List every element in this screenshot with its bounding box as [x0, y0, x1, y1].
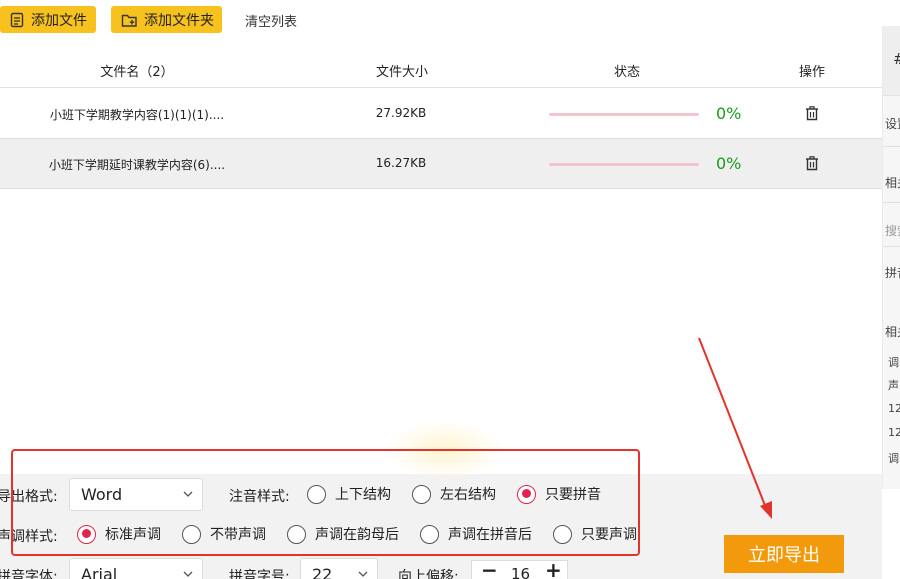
- pinyin-font-value: Arial: [81, 565, 118, 579]
- radio-tone-standard[interactable]: 标准声调: [77, 524, 161, 544]
- chevron-down-icon: [183, 491, 193, 497]
- side-panel-item[interactable]: 设置: [885, 115, 900, 132]
- export-format-label: 导出格式:: [0, 489, 58, 505]
- highlight-glow: [385, 420, 505, 480]
- add-file-label: 添加文件: [31, 12, 87, 29]
- radio-circle: [182, 524, 201, 544]
- add-folder-button[interactable]: 添加文件夹: [111, 6, 222, 33]
- progress-bar: [549, 163, 699, 166]
- export-now-button[interactable]: 立即导出: [724, 535, 844, 573]
- offset-stepper[interactable]: − 16 +: [471, 558, 568, 579]
- table-row[interactable]: 小班下学期教学内容(1)(1)(1).... 27.92KB 0%: [0, 89, 882, 139]
- pinyin-size-value: 22: [312, 565, 333, 579]
- radio-label: 左右结构: [440, 487, 496, 503]
- radio-label: 声调在韵母后: [315, 527, 399, 543]
- radio-circle: [287, 524, 306, 544]
- export-now-label: 立即导出: [748, 545, 820, 566]
- offset-label: 向上偏移:: [398, 569, 459, 579]
- side-panel-title: #: [893, 50, 900, 68]
- radio-label: 不带声调: [210, 527, 266, 543]
- increment-button[interactable]: +: [545, 558, 562, 579]
- side-panel-item[interactable]: 拼音: [885, 264, 900, 281]
- table-row[interactable]: 小班下学期延时课教学内容(6).... 16.27KB 0%: [0, 139, 882, 189]
- decrement-button[interactable]: −: [481, 558, 498, 579]
- file-add-icon: [10, 12, 24, 27]
- side-panel-item: 相关: [885, 176, 900, 190]
- tone-style-label: 声调样式:: [0, 529, 58, 545]
- column-header-filename: 文件名（2）: [100, 65, 174, 80]
- file-name: 小班下学期延时课教学内容(6)....: [48, 158, 226, 172]
- radio-tone-after-pinyin[interactable]: 声调在拼音后: [420, 524, 532, 544]
- offset-value[interactable]: 16: [511, 565, 530, 579]
- side-panel-item: 相关: [885, 325, 900, 339]
- chevron-down-icon: [358, 571, 368, 577]
- radio-circle: [517, 484, 536, 504]
- radio-circle: [307, 484, 326, 504]
- file-size: 27.92KB: [375, 106, 427, 120]
- radio-label: 上下结构: [335, 487, 391, 503]
- column-header-size: 文件大小: [375, 65, 429, 80]
- side-panel-search[interactable]: 搜索: [885, 222, 900, 239]
- radio-label: 标准声调: [105, 527, 161, 543]
- table-header: 文件名（2） 文件大小 状态 操作: [0, 49, 882, 88]
- pinyin-size-select[interactable]: 22: [300, 558, 378, 579]
- side-panel-item: 12: [888, 426, 900, 439]
- annotation-style-label: 注音样式:: [229, 489, 290, 505]
- trash-icon[interactable]: [805, 106, 819, 121]
- radio-label: 声调在拼音后: [448, 527, 532, 543]
- side-panel-item: 12: [888, 402, 900, 415]
- radio-label: 只要拼音: [545, 487, 601, 503]
- file-size: 16.27KB: [375, 156, 427, 170]
- add-file-button[interactable]: 添加文件: [0, 6, 96, 33]
- column-header-action: 操作: [798, 65, 826, 80]
- radio-circle: [420, 524, 439, 544]
- radio-label: 只要声调: [581, 527, 637, 543]
- trash-icon[interactable]: [805, 156, 819, 171]
- column-header-status: 状态: [613, 65, 641, 80]
- radio-annotation-horizontal[interactable]: 左右结构: [412, 484, 496, 504]
- progress-bar: [549, 113, 699, 116]
- export-format-value: Word: [81, 485, 123, 504]
- pinyin-font-label: 拼音字体:: [0, 569, 58, 579]
- clear-list-button[interactable]: 清空列表: [245, 11, 297, 30]
- radio-annotation-vertical[interactable]: 上下结构: [307, 484, 391, 504]
- progress-percent: 0%: [716, 104, 742, 123]
- side-panel-item: 声: [888, 379, 899, 392]
- radio-circle: [77, 524, 96, 544]
- file-name: 小班下学期教学内容(1)(1)(1)....: [49, 108, 225, 122]
- radio-circle: [553, 524, 572, 544]
- chevron-down-icon: [183, 571, 193, 577]
- side-panel: # 设置 相关 搜索 拼音 相关 调 声 12 12 调: [882, 26, 900, 489]
- radio-tone-only[interactable]: 只要声调: [553, 524, 637, 544]
- side-panel-item: 调: [888, 452, 899, 465]
- side-panel-item: 调: [888, 356, 899, 369]
- radio-tone-after-final[interactable]: 声调在韵母后: [287, 524, 399, 544]
- radio-circle: [412, 484, 431, 504]
- add-folder-label: 添加文件夹: [144, 12, 214, 29]
- radio-annotation-pinyin-only[interactable]: 只要拼音: [517, 484, 601, 504]
- folder-add-icon: [121, 14, 137, 27]
- export-format-select[interactable]: Word: [69, 478, 203, 511]
- progress-percent: 0%: [716, 154, 742, 173]
- radio-tone-none[interactable]: 不带声调: [182, 524, 266, 544]
- pinyin-font-select[interactable]: Arial: [69, 558, 203, 579]
- pinyin-size-label: 拼音字号:: [229, 569, 290, 579]
